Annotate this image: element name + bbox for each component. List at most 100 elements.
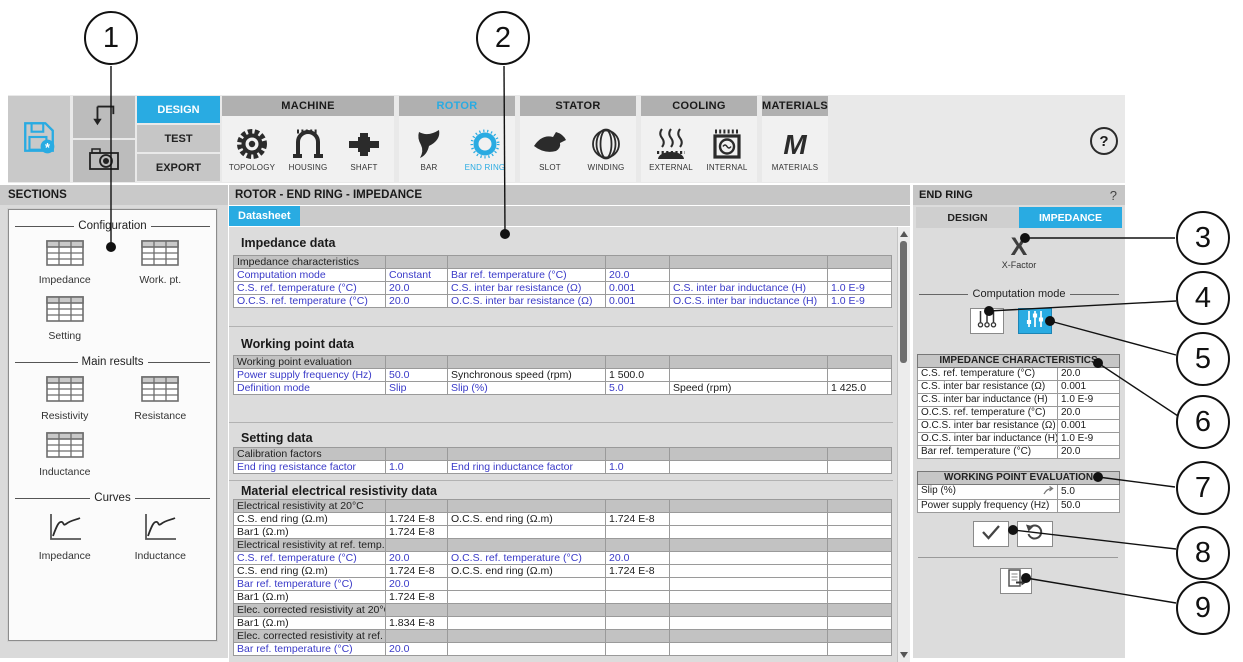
section-divider <box>229 422 893 423</box>
param-value-cell[interactable]: 50.0 <box>386 369 448 382</box>
param-value-cell[interactable]: 0.001 <box>606 282 670 295</box>
param-value-cell[interactable]: Constant <box>386 269 448 282</box>
toolbar-group-items: BAREND RING <box>399 116 515 182</box>
param-value-cell[interactable]: 0.001 <box>1058 381 1120 394</box>
param-value-cell[interactable]: 1.0 E-9 <box>1058 394 1120 407</box>
param-label-cell[interactable]: Slip (%) <box>448 382 606 395</box>
param-value-cell[interactable]: 5.0 <box>606 382 670 395</box>
param-label-cell[interactable]: Bar ref. temperature (°C) <box>448 269 606 282</box>
apply-button[interactable] <box>973 521 1009 547</box>
section-divider <box>229 326 893 327</box>
param-label-cell[interactable]: Power supply frequency (Hz) <box>234 369 386 382</box>
toolbar-item-shaft[interactable]: SHAFT <box>336 126 392 172</box>
param-value-cell[interactable]: 1.0 E-9 <box>1058 433 1120 446</box>
sidebar-item-inductance[interactable]: Inductance <box>113 512 209 562</box>
toolbar-item-slot[interactable]: SLOT <box>522 126 578 172</box>
sidebar-item-work-pt-[interactable]: Work. pt. <box>113 240 209 286</box>
param-value-cell[interactable]: 20.0 <box>1058 446 1120 459</box>
panel-help-button[interactable]: ? <box>1110 188 1117 203</box>
param-label-cell <box>448 617 606 630</box>
param-value-cell[interactable]: 20.0 <box>386 295 448 308</box>
sidebar-item-impedance[interactable]: Impedance <box>17 240 113 286</box>
param-value-cell[interactable]: 5.0 <box>1058 485 1120 500</box>
param-label-cell: C.S. inter bar resistance (Ω) <box>918 381 1058 394</box>
tab-datasheet[interactable]: Datasheet <box>229 206 300 226</box>
param-value-cell[interactable]: Slip <box>386 382 448 395</box>
export-report-button[interactable] <box>1000 568 1032 594</box>
param-label-cell <box>448 526 606 539</box>
param-label-cell[interactable]: O.C.S. ref. temperature (°C) <box>448 552 606 565</box>
scroll-up-arrow[interactable] <box>900 231 908 237</box>
toolbar-group-title: STATOR <box>520 96 636 116</box>
computation-mode-auto-button[interactable] <box>1018 308 1052 334</box>
param-value-cell[interactable]: 20.0 <box>386 552 448 565</box>
reset-button[interactable] <box>1017 521 1053 547</box>
sidebar-item-resistance[interactable]: Resistance <box>113 376 209 422</box>
param-label-cell[interactable]: O.C.S. inter bar inductance (H) <box>670 295 828 308</box>
param-value-cell[interactable]: 20.0 <box>606 269 670 282</box>
computation-mode-manual-button[interactable] <box>970 308 1004 334</box>
param-value-cell[interactable]: 20.0 <box>1058 407 1120 420</box>
param-label-cell[interactable]: Bar ref. temperature (°C) <box>234 643 386 656</box>
param-label-cell[interactable]: O.C.S. ref. temperature (°C) <box>234 295 386 308</box>
scroll-down-arrow[interactable] <box>900 652 908 658</box>
param-label-cell[interactable]: O.C.S. inter bar resistance (Ω) <box>448 295 606 308</box>
tab-design[interactable]: DESIGN <box>137 96 220 123</box>
param-value-cell[interactable]: 0.001 <box>606 295 670 308</box>
x-factor-icon: X <box>913 235 1125 259</box>
callout-3: 3 <box>1176 211 1230 265</box>
param-value-cell <box>828 369 892 382</box>
param-value-cell[interactable]: 1.0 <box>606 461 670 474</box>
param-value-cell[interactable]: 20.0 <box>386 282 448 295</box>
sliders-manual-icon <box>976 309 998 334</box>
param-value-cell[interactable]: 1.0 E-9 <box>828 295 892 308</box>
tab-export[interactable]: EXPORT <box>137 154 220 181</box>
help-button[interactable]: ? <box>1090 127 1118 155</box>
param-value-cell[interactable]: 20.0 <box>386 643 448 656</box>
param-label-cell[interactable]: C.S. inter bar resistance (Ω) <box>448 282 606 295</box>
table-icon <box>46 296 84 327</box>
application-window: * DESIGN TEST EXPORT MACHINETOPOLOGYHOUS… <box>0 0 1243 662</box>
toolbar-item-housing[interactable]: HOUSING <box>280 126 336 172</box>
save-icon: * <box>21 119 57 160</box>
param-label-cell: Bar1 (Ω.m) <box>234 526 386 539</box>
param-value-cell <box>828 591 892 604</box>
param-label-cell[interactable]: Computation mode <box>234 269 386 282</box>
param-value-cell[interactable]: 0.001 <box>1058 420 1120 433</box>
screenshot-button[interactable] <box>73 140 135 182</box>
toolbar-item-topology[interactable]: TOPOLOGY <box>224 126 280 172</box>
sidebar-item-resistivity[interactable]: Resistivity <box>17 376 113 422</box>
param-value-cell[interactable]: 20.0 <box>1058 368 1120 381</box>
tab-panel-design[interactable]: DESIGN <box>916 207 1019 228</box>
param-value-cell[interactable]: 20.0 <box>386 578 448 591</box>
param-value-cell[interactable]: 1.0 E-9 <box>828 282 892 295</box>
tab-panel-impedance[interactable]: IMPEDANCE <box>1019 207 1122 228</box>
param-label-cell[interactable]: End ring resistance factor <box>234 461 386 474</box>
save-button[interactable]: * <box>8 96 70 182</box>
param-label-cell <box>670 369 828 382</box>
toolbar-item-external[interactable]: EXTERNAL <box>643 126 699 172</box>
toolbar-item-end-ring[interactable]: END RING <box>457 126 513 172</box>
param-label-cell[interactable]: C.S. inter bar inductance (H) <box>670 282 828 295</box>
scrollbar-thumb[interactable] <box>900 241 907 363</box>
param-label-cell[interactable]: Definition mode <box>234 382 386 395</box>
param-value-cell: 1.724 E-8 <box>386 591 448 604</box>
toolbar-item-bar[interactable]: BAR <box>401 126 457 172</box>
param-label-cell[interactable]: Bar ref. temperature (°C) <box>234 578 386 591</box>
param-value-cell[interactable]: 20.0 <box>606 552 670 565</box>
param-label-cell[interactable]: C.S. ref. temperature (°C) <box>234 282 386 295</box>
sidebar-item-setting[interactable]: Setting <box>17 296 113 342</box>
toolbar-item-winding[interactable]: WINDING <box>578 126 634 172</box>
vertical-scrollbar[interactable] <box>897 227 910 662</box>
sidebar-item-impedance[interactable]: Impedance <box>17 512 113 562</box>
toolbar-item-internal[interactable]: INTERNAL <box>699 126 755 172</box>
tab-test[interactable]: TEST <box>137 125 220 152</box>
param-value-cell[interactable]: 50.0 <box>1058 500 1120 513</box>
param-label-cell[interactable]: C.S. ref. temperature (°C) <box>234 552 386 565</box>
param-value-cell[interactable]: 1.0 <box>386 461 448 474</box>
sidebar-item-inductance[interactable]: Inductance <box>17 432 113 478</box>
param-label-cell[interactable]: End ring inductance factor <box>448 461 606 474</box>
x-factor-indicator[interactable]: X X-Factor <box>913 235 1125 270</box>
load-button[interactable] <box>73 96 135 138</box>
toolbar-item-materials[interactable]: MMATERIALS <box>767 126 823 172</box>
